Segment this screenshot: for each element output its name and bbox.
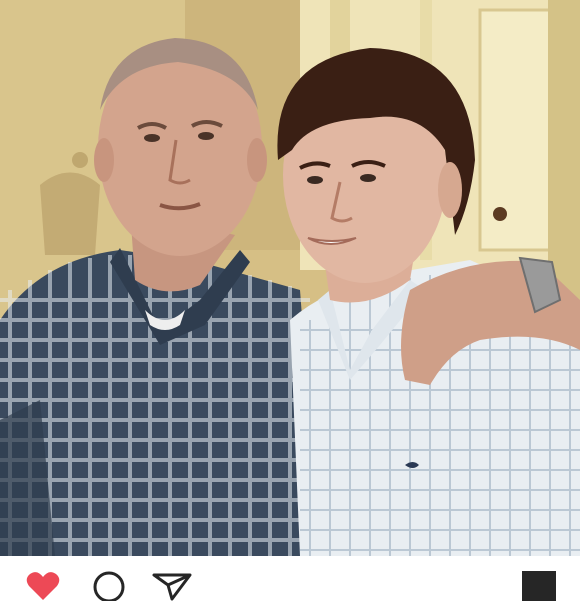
bookmark-icon[interactable] <box>522 571 556 601</box>
photo-two-people-icon <box>0 0 580 556</box>
post-action-bar <box>0 556 580 601</box>
direct-share-icon[interactable] <box>152 571 192 601</box>
heart-icon[interactable] <box>26 571 60 601</box>
comment-icon[interactable] <box>92 571 126 601</box>
post-photo[interactable] <box>0 0 580 556</box>
